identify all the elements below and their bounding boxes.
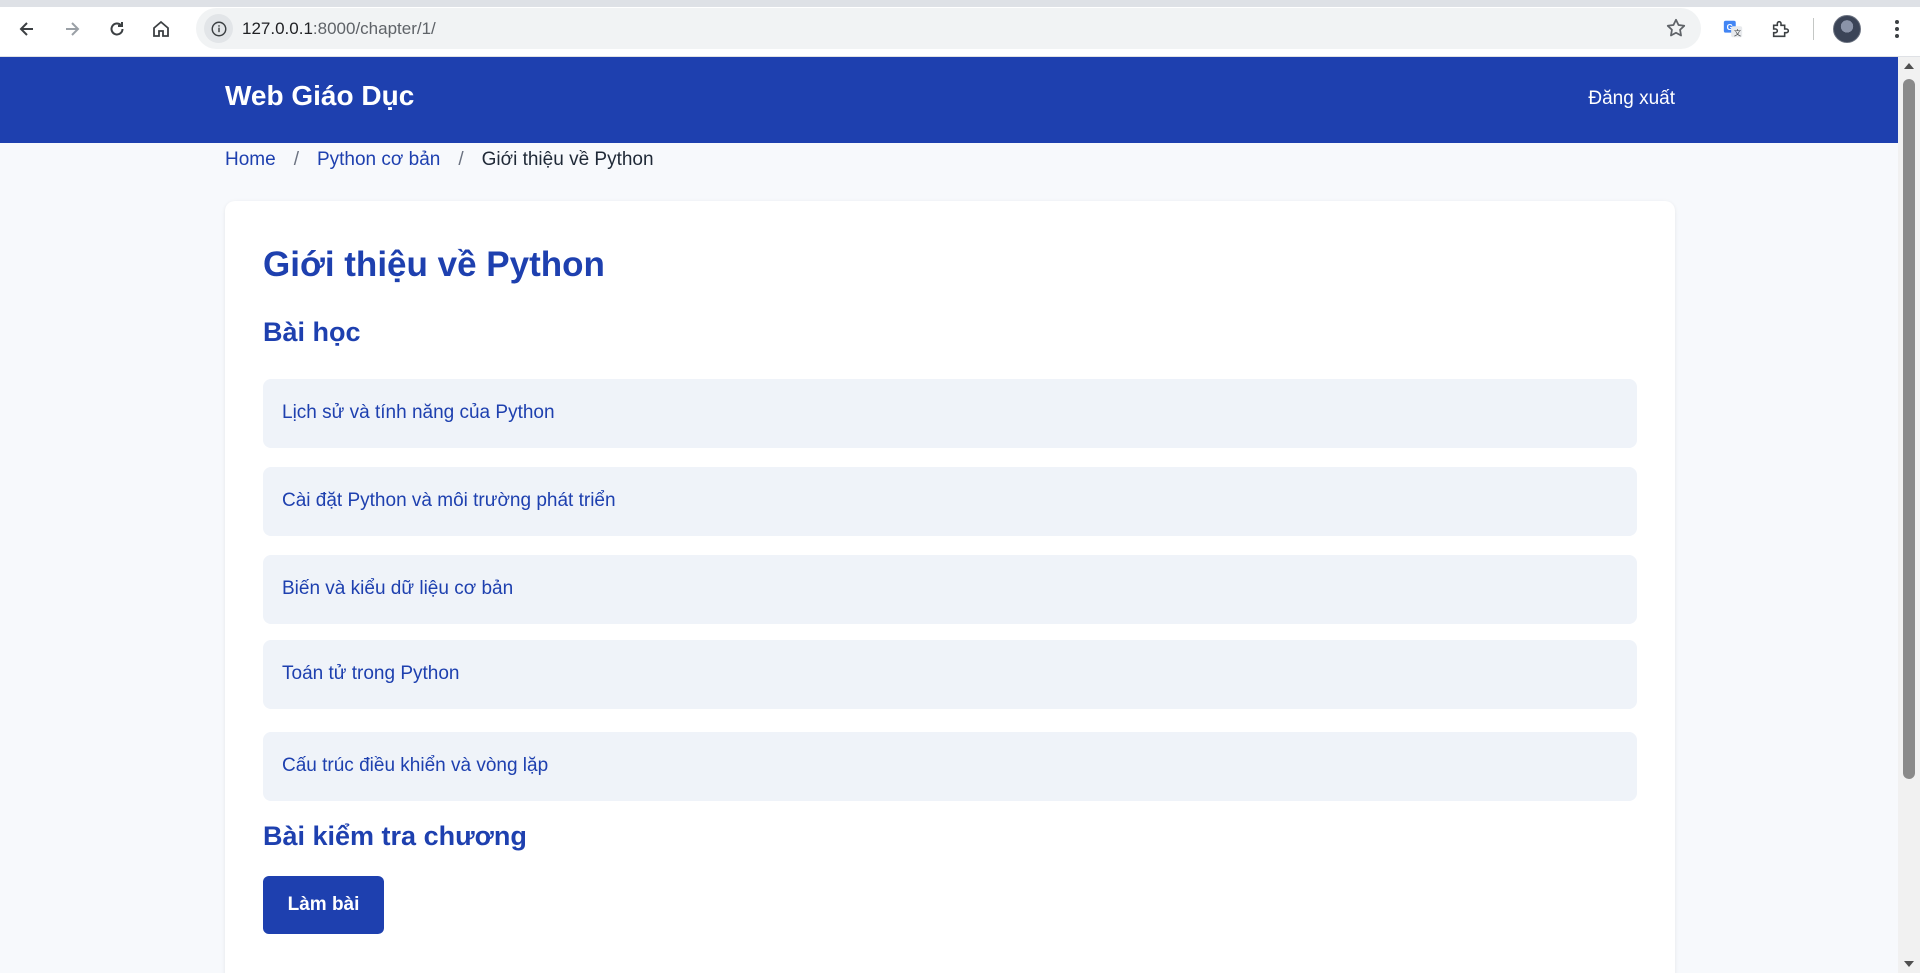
logout-link[interactable]: Đăng xuất xyxy=(1588,88,1675,110)
start-quiz-button[interactable]: Làm bài xyxy=(263,876,384,934)
svg-text:文: 文 xyxy=(1734,28,1742,37)
bookmark-star-icon[interactable] xyxy=(1665,17,1687,44)
chapter-card: Giới thiệu về Python Bài học Lịch sử và … xyxy=(225,201,1675,973)
profile-avatar[interactable] xyxy=(1833,15,1861,43)
browser-toolbar: 127.0.0.1:8000/chapter/1/ G文 xyxy=(0,0,1920,57)
reload-icon[interactable] xyxy=(100,12,134,46)
breadcrumb-current: Giới thiệu về Python xyxy=(481,149,654,170)
site-info-icon[interactable] xyxy=(204,14,233,43)
lesson-item[interactable]: Cài đặt Python và môi trường phát triển xyxy=(263,467,1637,536)
breadcrumb: Home / Python cơ bản / Giới thiệu về Pyt… xyxy=(225,149,654,171)
forward-icon[interactable] xyxy=(55,12,89,46)
lessons-heading: Bài học xyxy=(263,317,361,347)
quiz-heading: Bài kiểm tra chương xyxy=(263,821,527,851)
breadcrumb-course[interactable]: Python cơ bản xyxy=(317,149,440,171)
lesson-title: Biến và kiểu dữ liệu cơ bản xyxy=(282,578,514,599)
url-text[interactable]: 127.0.0.1:8000/chapter/1/ xyxy=(242,19,436,39)
lesson-item[interactable]: Toán tử trong Python xyxy=(263,640,1637,709)
lesson-title: Toán tử trong Python xyxy=(282,663,460,684)
scroll-thumb[interactable] xyxy=(1903,79,1915,779)
address-bar[interactable]: 127.0.0.1:8000/chapter/1/ xyxy=(196,8,1701,49)
browser-menu-icon[interactable] xyxy=(1880,12,1914,46)
toolbar-divider xyxy=(1813,18,1814,40)
scroll-down-arrow-icon[interactable] xyxy=(1904,961,1914,967)
page-title: Giới thiệu về Python xyxy=(263,245,605,284)
page-scrollbar[interactable] xyxy=(1898,57,1920,973)
back-icon[interactable] xyxy=(10,12,44,46)
lesson-title: Cài đặt Python và môi trường phát triển xyxy=(282,490,616,511)
site-brand[interactable]: Web Giáo Dục xyxy=(225,80,414,112)
lesson-title: Cấu trúc điều khiển và vòng lặp xyxy=(282,755,549,776)
lesson-item[interactable]: Biến và kiểu dữ liệu cơ bản xyxy=(263,555,1637,624)
url-path: :8000/chapter/1/ xyxy=(312,19,436,38)
page-viewport: Web Giáo Dục Đăng xuất Home / Python cơ … xyxy=(0,57,1898,973)
translate-icon[interactable]: G文 xyxy=(1716,12,1750,46)
lesson-item[interactable]: Cấu trúc điều khiển và vòng lặp xyxy=(263,732,1637,801)
url-host: 127.0.0.1 xyxy=(242,19,313,38)
breadcrumb-separator: / xyxy=(293,149,299,170)
lesson-item[interactable]: Lịch sử và tính năng của Python xyxy=(263,379,1637,448)
home-icon[interactable] xyxy=(144,12,178,46)
tab-strip xyxy=(0,0,1920,7)
extensions-puzzle-icon[interactable] xyxy=(1764,12,1798,46)
breadcrumb-separator: / xyxy=(458,149,464,170)
site-navbar: Web Giáo Dục Đăng xuất xyxy=(0,57,1898,143)
breadcrumb-home[interactable]: Home xyxy=(225,149,276,171)
scroll-up-arrow-icon[interactable] xyxy=(1904,63,1914,69)
lesson-title: Lịch sử và tính năng của Python xyxy=(282,402,555,423)
